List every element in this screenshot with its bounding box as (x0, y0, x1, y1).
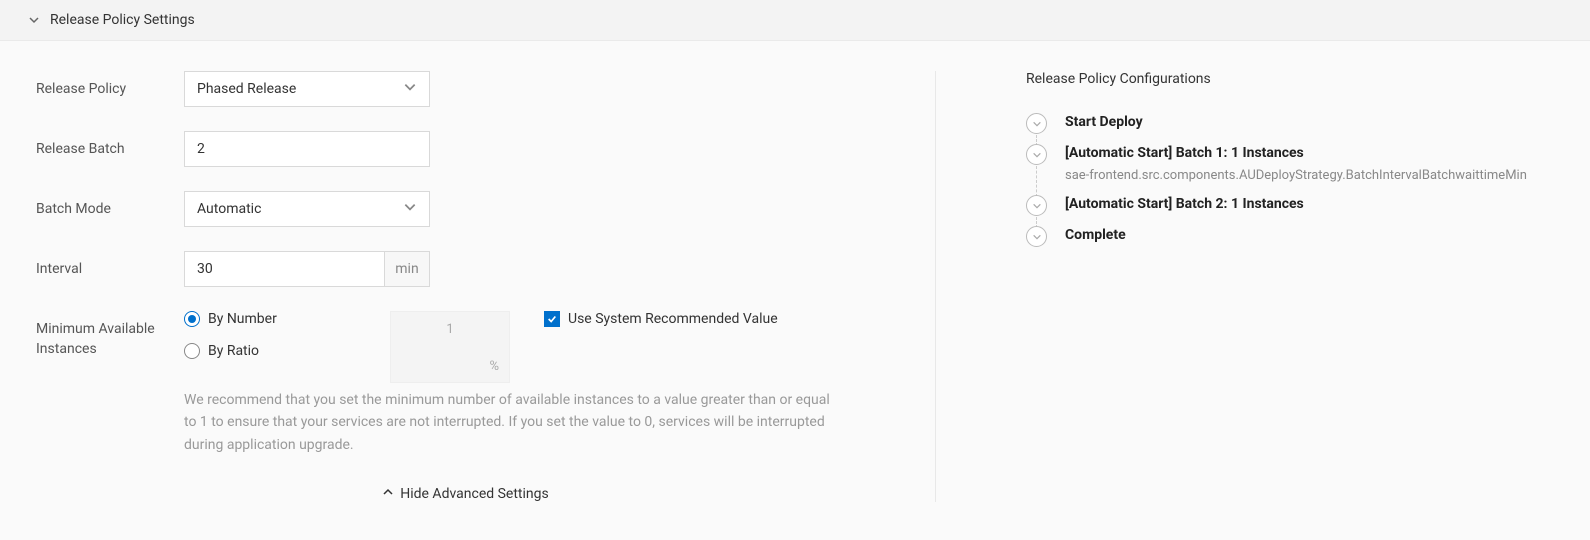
step-subtext: sae-frontend.src.components.AUDeployStra… (1065, 167, 1527, 185)
hide-advanced-toggle[interactable]: Hide Advanced Settings (36, 486, 895, 502)
interval-input[interactable]: 30 (184, 251, 384, 287)
form-column: Release Policy Phased Release Release Ba… (36, 71, 936, 502)
radio-by-ratio[interactable]: By Ratio (184, 343, 390, 359)
interval-input-group: 30 min (184, 251, 430, 287)
release-batch-input[interactable]: 2 (184, 131, 430, 167)
min-available-label: Minimum Available Instances (36, 311, 184, 359)
step-batch-2: [Automatic Start] Batch 2: 1 Instances (1026, 195, 1562, 226)
release-policy-select[interactable]: Phased Release (184, 71, 430, 107)
step-label: Complete (1065, 226, 1126, 243)
checkbox-checked-icon (544, 311, 560, 327)
help-text: We recommend that you set the minimum nu… (184, 389, 844, 456)
step-circle-icon (1026, 195, 1047, 216)
row-release-policy: Release Policy Phased Release (36, 71, 895, 107)
section-header[interactable]: Release Policy Settings (0, 0, 1590, 41)
chevron-up-icon (382, 486, 394, 502)
step-label: [Automatic Start] Batch 2: 1 Instances (1065, 195, 1304, 212)
use-recommended-checkbox[interactable]: Use System Recommended Value (544, 311, 778, 327)
batch-mode-value: Automatic (197, 201, 261, 217)
step-label: Start Deploy (1065, 113, 1143, 130)
step-start-deploy: Start Deploy (1026, 113, 1562, 144)
section-title: Release Policy Settings (50, 12, 195, 28)
step-label: [Automatic Start] Batch 1: 1 Instances (1065, 144, 1527, 161)
release-policy-label: Release Policy (36, 71, 184, 100)
radio-by-number-label: By Number (208, 311, 277, 327)
release-batch-label: Release Batch (36, 131, 184, 160)
release-batch-value: 2 (197, 141, 205, 157)
disabled-value-top: 1 (446, 322, 453, 337)
step-circle-icon (1026, 226, 1047, 247)
chevron-down-icon (28, 14, 40, 26)
radio-icon (184, 311, 200, 327)
chevron-down-icon (403, 80, 417, 98)
batch-mode-label: Batch Mode (36, 191, 184, 220)
interval-value: 30 (197, 261, 213, 277)
interval-unit: min (384, 251, 430, 287)
row-release-batch: Release Batch 2 (36, 131, 895, 167)
step-list: Start Deploy [Automatic Start] Batch 1: … (1026, 113, 1562, 257)
batch-mode-select[interactable]: Automatic (184, 191, 430, 227)
min-value-disabled-input: 1 % (390, 311, 510, 383)
use-recommended-label: Use System Recommended Value (568, 311, 778, 327)
row-interval: Interval 30 min (36, 251, 895, 287)
row-min-available: Minimum Available Instances By Number By… (36, 311, 895, 456)
percent-icon: % (489, 359, 499, 374)
step-circle-icon (1026, 113, 1047, 134)
chevron-down-icon (403, 200, 417, 218)
step-batch-1: [Automatic Start] Batch 1: 1 Instances s… (1026, 144, 1562, 195)
step-complete: Complete (1026, 226, 1562, 257)
radio-by-ratio-label: By Ratio (208, 343, 259, 359)
step-circle-icon (1026, 144, 1047, 165)
radio-icon (184, 343, 200, 359)
config-column: Release Policy Configurations Start Depl… (936, 71, 1562, 502)
release-policy-value: Phased Release (197, 81, 296, 97)
interval-label: Interval (36, 251, 184, 280)
radio-by-number[interactable]: By Number (184, 311, 390, 327)
config-title: Release Policy Configurations (1026, 71, 1562, 87)
row-batch-mode: Batch Mode Automatic (36, 191, 895, 227)
hide-advanced-label: Hide Advanced Settings (400, 486, 548, 502)
content-area: Release Policy Phased Release Release Ba… (0, 41, 1590, 532)
